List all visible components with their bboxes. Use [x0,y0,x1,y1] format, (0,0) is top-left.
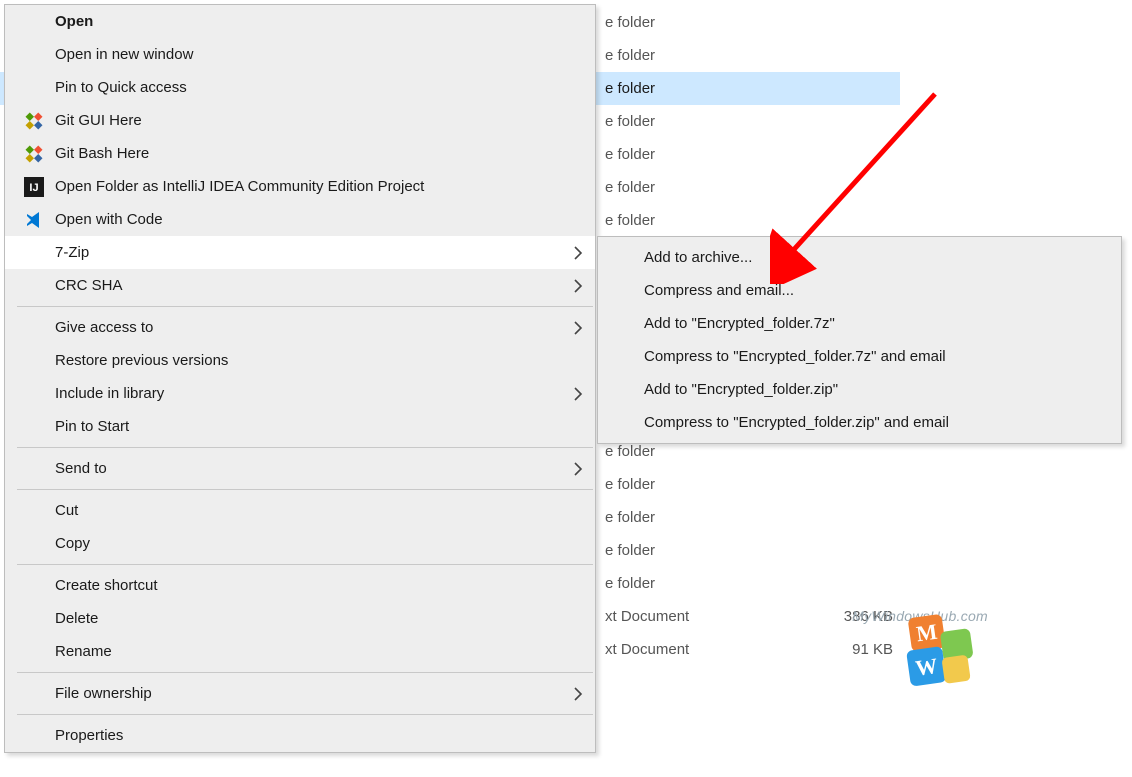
menu-item-label: Add to "Encrypted_folder.7z" [644,315,835,332]
menu-item-open[interactable]: Open [5,5,595,38]
menu-item-label: Open with Code [55,211,163,228]
file-type-label: e folder [605,146,655,163]
file-type-label: xt Document [605,608,689,625]
file-type-label: e folder [605,179,655,196]
file-type-label: e folder [605,113,655,130]
menu-item-label: Pin to Start [55,418,129,435]
menu-item-label: Give access to [55,319,153,336]
menu-item-label: Open [55,13,93,30]
svg-text:M: M [915,619,939,647]
menu-item-label: Add to "Encrypted_folder.zip" [644,381,838,398]
chevron-right-icon [573,461,583,477]
submenu-item-add-to-archive[interactable]: Add to archive... [598,241,1121,274]
menu-item-label: Cut [55,502,78,519]
menu-item-label: File ownership [55,685,152,702]
menu-item-label: Open Folder as IntelliJ IDEA Community E… [55,178,424,195]
menu-separator [17,306,593,307]
menu-separator [17,489,593,490]
menu-item-label: Restore previous versions [55,352,228,369]
menu-item-label: Add to archive... [644,249,752,266]
file-type-label: e folder [605,47,655,64]
menu-item-cut[interactable]: Cut [5,494,595,527]
menu-item-git-bash-here[interactable]: Git Bash Here [5,137,595,170]
menu-item-open-with-code[interactable]: Open with Code [5,203,595,236]
menu-item-restore-previous-versions[interactable]: Restore previous versions [5,344,595,377]
menu-item-label: Delete [55,610,98,627]
menu-item-label: Rename [55,643,112,660]
menu-item-label: Send to [55,460,107,477]
file-type-label: xt Document [605,641,689,658]
chevron-right-icon [573,386,583,402]
menu-item-include-in-library[interactable]: Include in library [5,377,595,410]
submenu-item-add-to-encrypted-folder-zip[interactable]: Add to "Encrypted_folder.zip" [598,373,1121,406]
chevron-right-icon [573,686,583,702]
menu-item-git-gui-here[interactable]: Git GUI Here [5,104,595,137]
intellij-icon: IJ [23,176,45,198]
file-type-label: e folder [605,509,655,526]
menu-item-properties[interactable]: Properties [5,719,595,752]
menu-item-crc-sha[interactable]: CRC SHA [5,269,595,302]
menu-item-pin-to-quick-access[interactable]: Pin to Quick access [5,71,595,104]
file-type-label: e folder [605,443,655,460]
menu-item-7-zip[interactable]: 7-Zip [5,236,595,269]
submenu-item-compress-to-encrypted-folder-7z-and-email[interactable]: Compress to "Encrypted_folder.7z" and em… [598,340,1121,373]
menu-item-pin-to-start[interactable]: Pin to Start [5,410,595,443]
menu-separator [17,714,593,715]
menu-item-label: Copy [55,535,90,552]
menu-item-label: Pin to Quick access [55,79,187,96]
menu-item-label: Compress and email... [644,282,794,299]
menu-item-label: CRC SHA [55,277,123,294]
svg-text:IJ: IJ [29,182,38,194]
menu-separator [17,564,593,565]
file-type-label: e folder [605,212,655,229]
submenu-item-compress-and-email[interactable]: Compress and email... [598,274,1121,307]
file-size-label: 91 KB [838,641,893,658]
menu-item-label: Open in new window [55,46,193,63]
menu-item-copy[interactable]: Copy [5,527,595,560]
submenu-7zip: Add to archive... Compress and email... Ad… [597,236,1122,444]
svg-text:W: W [914,653,939,681]
menu-item-label: Properties [55,727,123,744]
file-type-label: e folder [605,14,655,31]
menu-item-label: Compress to "Encrypted_folder.7z" and em… [644,348,946,365]
menu-item-file-ownership[interactable]: File ownership [5,677,595,710]
menu-item-label: Git Bash Here [55,145,149,162]
chevron-right-icon [573,278,583,294]
vscode-icon [23,209,45,231]
file-type-label: e folder [605,80,655,97]
menu-item-rename[interactable]: Rename [5,635,595,668]
context-menu: Open Open in new window Pin to Quick acces… [4,4,596,753]
submenu-item-add-to-encrypted-folder-7z[interactable]: Add to "Encrypted_folder.7z" [598,307,1121,340]
chevron-right-icon [573,320,583,336]
file-type-label: e folder [605,575,655,592]
menu-separator [17,447,593,448]
file-type-label: e folder [605,476,655,493]
git-bash-icon [23,143,45,165]
chevron-right-icon [573,245,583,261]
menu-item-give-access-to[interactable]: Give access to [5,311,595,344]
menu-separator [17,672,593,673]
menu-item-create-shortcut[interactable]: Create shortcut [5,569,595,602]
git-gui-icon [23,110,45,132]
menu-item-delete[interactable]: Delete [5,602,595,635]
menu-item-label: Git GUI Here [55,112,142,129]
submenu-item-compress-to-encrypted-folder-zip-and-email[interactable]: Compress to "Encrypted_folder.zip" and e… [598,406,1121,439]
menu-item-label: 7-Zip [55,244,89,261]
menu-item-open-folder-as-intellij-idea-community-edition-project[interactable]: IJ Open Folder as IntelliJ IDEA Community… [5,170,595,203]
menu-item-label: Compress to "Encrypted_folder.zip" and e… [644,414,949,431]
site-logo: M W [902,608,982,688]
menu-item-send-to[interactable]: Send to [5,452,595,485]
menu-item-open-in-new-window[interactable]: Open in new window [5,38,595,71]
menu-item-label: Create shortcut [55,577,158,594]
menu-item-label: Include in library [55,385,164,402]
file-type-label: e folder [605,542,655,559]
